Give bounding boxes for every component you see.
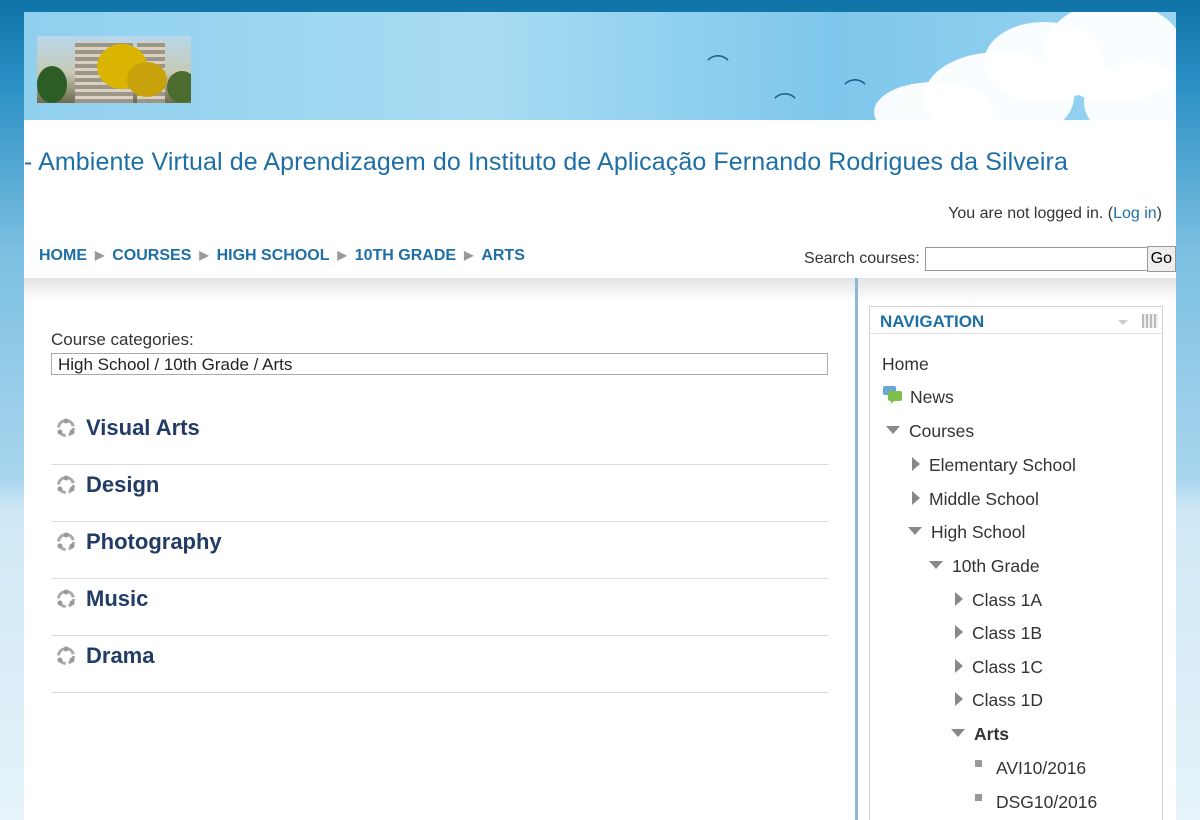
- expanded-icon: [908, 527, 922, 536]
- category-item[interactable]: Visual Arts: [51, 408, 829, 465]
- nav-item-10th-grade[interactable]: 10th Grade: [929, 556, 1040, 577]
- collapsed-icon: [955, 592, 963, 607]
- category-icon: [57, 418, 75, 437]
- category-name[interactable]: Music: [86, 586, 148, 612]
- category-name[interactable]: Visual Arts: [86, 415, 200, 441]
- nav-item-class-1c[interactable]: Class 1C: [955, 657, 1043, 678]
- nav-item-high-school[interactable]: High School: [908, 522, 1025, 543]
- expanded-icon: [886, 426, 900, 435]
- nav-item-class-1a[interactable]: Class 1A: [955, 590, 1042, 611]
- collapsed-icon: [955, 625, 963, 640]
- category-icon: [57, 532, 75, 551]
- nav-item-label[interactable]: DSG10/2016: [996, 792, 1097, 812]
- nav-item-label[interactable]: High School: [931, 522, 1025, 542]
- category-item[interactable]: Photography: [51, 522, 829, 579]
- separator-icon: ▶: [199, 248, 209, 262]
- nav-item-label[interactable]: 10th Grade: [952, 556, 1040, 576]
- nav-item-label[interactable]: Class 1D: [972, 690, 1043, 710]
- breadcrumb-courses[interactable]: COURSES: [112, 247, 191, 264]
- category-name[interactable]: Photography: [86, 529, 222, 555]
- search-input[interactable]: [924, 247, 1149, 271]
- nav-item-course-avi10[interactable]: AVI10/2016: [975, 758, 1086, 779]
- nav-item-news[interactable]: News: [882, 386, 954, 408]
- nav-item-class-1d[interactable]: Class 1D: [955, 690, 1043, 711]
- nav-item-label[interactable]: Middle School: [929, 489, 1039, 509]
- navigation-block: NAVIGATION Home News Courses Elementary …: [869, 306, 1163, 820]
- search-label: Search courses:: [804, 250, 920, 268]
- collapsed-icon: [955, 692, 963, 707]
- nav-item-label[interactable]: Courses: [909, 421, 974, 441]
- login-info: You are not logged in. (Log in): [948, 205, 1162, 223]
- breadcrumb-high-school[interactable]: HIGH SCHOOL: [217, 247, 330, 264]
- bird-icon: ⌒: [774, 92, 797, 117]
- course-categories-label: Course categories:: [51, 330, 194, 349]
- category-name[interactable]: Drama: [86, 643, 154, 669]
- nav-item-courses[interactable]: Courses: [886, 421, 974, 442]
- category-item[interactable]: Design: [51, 465, 829, 522]
- login-suffix: ): [1156, 205, 1162, 222]
- course-icon: [975, 759, 982, 767]
- site-logo[interactable]: [37, 36, 191, 103]
- nav-item-middle-school[interactable]: Middle School: [912, 489, 1039, 510]
- forum-icon: [883, 386, 902, 405]
- breadcrumb-arts[interactable]: ARTS: [481, 247, 525, 264]
- expanded-icon: [929, 561, 943, 570]
- category-icon: [57, 589, 75, 608]
- category-item[interactable]: Music: [51, 579, 829, 636]
- nav-item-home[interactable]: Home: [882, 354, 929, 375]
- nav-item-elementary-school[interactable]: Elementary School: [912, 455, 1076, 476]
- course-categories-select[interactable]: High School / 10th Grade / Arts: [51, 353, 828, 375]
- course-icon: [975, 793, 982, 801]
- page: ⌒ ⌒ ⌒ - Ambiente Virtual de Aprendizagem…: [24, 12, 1176, 820]
- dock-icon[interactable]: [1142, 314, 1158, 328]
- header-banner: ⌒ ⌒ ⌒: [24, 12, 1176, 120]
- separator-icon: ▶: [464, 248, 474, 262]
- header-divider: [24, 278, 1176, 302]
- nav-item-course-dsg10[interactable]: DSG10/2016: [975, 792, 1097, 813]
- site-title: - Ambiente Virtual de Aprendizagem do In…: [24, 148, 1068, 176]
- category-list: Visual Arts Design Photography Music Dra…: [51, 408, 829, 693]
- nav-item-label[interactable]: Arts: [974, 724, 1009, 744]
- login-text: You are not logged in. (: [948, 205, 1114, 222]
- separator-icon: ▶: [95, 248, 105, 262]
- nav-item-arts[interactable]: Arts: [951, 724, 1009, 745]
- nav-item-label[interactable]: Elementary School: [929, 455, 1076, 475]
- course-search: Search courses: Go: [804, 246, 1176, 272]
- navigation-header: NAVIGATION: [870, 307, 1162, 334]
- collapsed-icon: [912, 457, 920, 472]
- nav-item-label[interactable]: Class 1B: [972, 623, 1042, 643]
- bird-icon: ⌒: [707, 54, 730, 79]
- breadcrumb: HOME ▶ COURSES ▶ HIGH SCHOOL ▶ 10TH GRADE ▶ ARTS: [39, 247, 525, 265]
- nav-item-label[interactable]: News: [910, 387, 954, 407]
- sidebar-divider: [855, 278, 858, 820]
- nav-item-label[interactable]: Class 1A: [972, 590, 1042, 610]
- nav-item-label[interactable]: AVI10/2016: [996, 758, 1086, 778]
- separator-icon: ▶: [337, 248, 347, 262]
- login-link[interactable]: Log in: [1113, 205, 1157, 222]
- breadcrumb-10th-grade[interactable]: 10TH GRADE: [355, 247, 456, 264]
- category-name[interactable]: Design: [86, 472, 159, 498]
- bird-icon: ⌒: [844, 78, 867, 103]
- nav-item-label[interactable]: Class 1C: [972, 657, 1043, 677]
- category-icon: [57, 475, 75, 494]
- search-go-button[interactable]: Go: [1146, 246, 1176, 272]
- nav-item-class-1b[interactable]: Class 1B: [955, 623, 1042, 644]
- category-item[interactable]: Drama: [51, 636, 829, 693]
- expanded-icon: [951, 729, 965, 738]
- nav-item-label[interactable]: Home: [882, 354, 929, 374]
- collapsed-icon: [955, 659, 963, 674]
- collapsed-icon: [912, 491, 920, 506]
- collapse-icon[interactable]: [1118, 320, 1128, 325]
- breadcrumb-home[interactable]: HOME: [39, 247, 87, 264]
- navigation-title: NAVIGATION: [880, 312, 985, 331]
- category-icon: [57, 646, 75, 665]
